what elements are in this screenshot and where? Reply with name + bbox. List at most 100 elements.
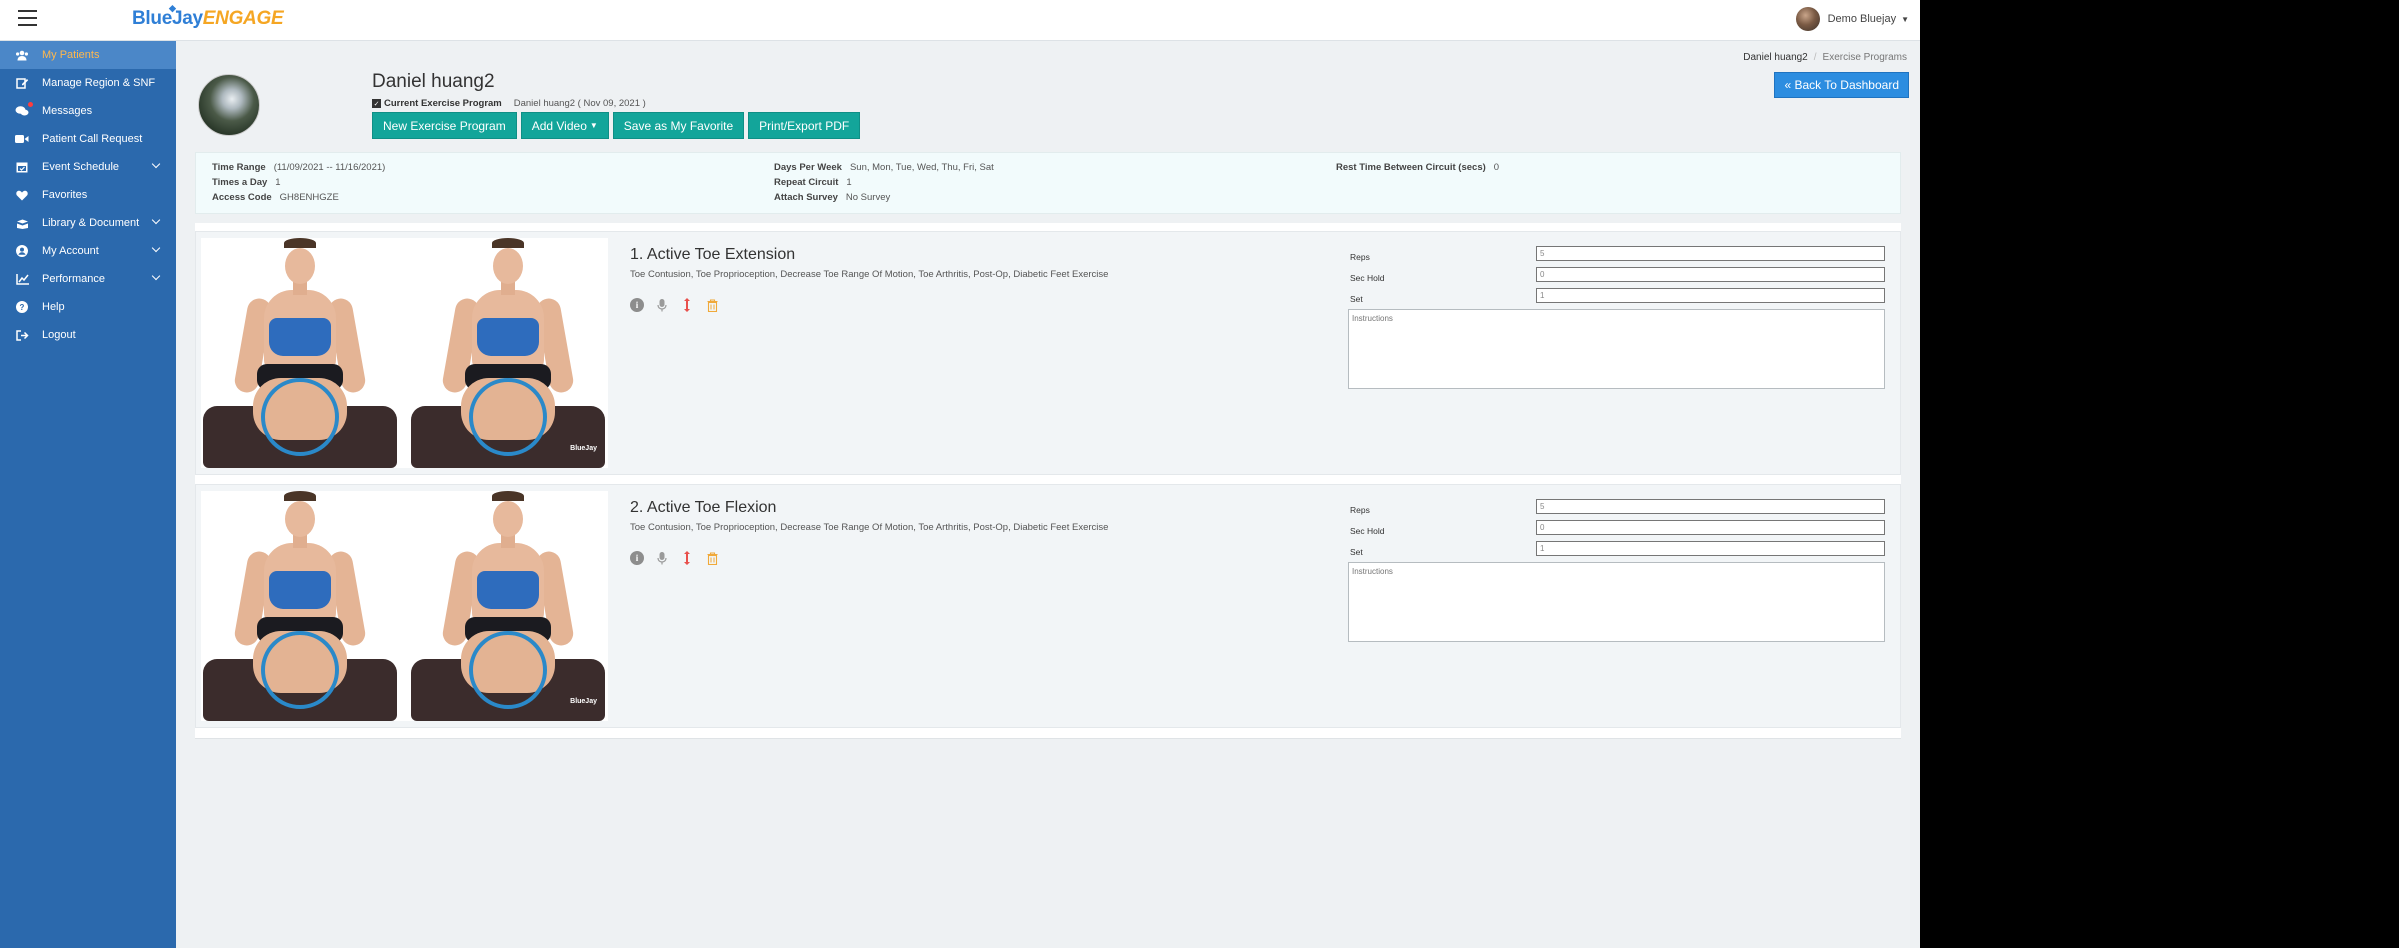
- reorder-arrows-icon[interactable]: [680, 298, 694, 312]
- button-label: Print/Export PDF: [759, 118, 850, 133]
- user-name: Demo Bluejay: [1827, 13, 1897, 25]
- sidebar-item-patient-call[interactable]: Patient Call Request: [0, 125, 176, 153]
- info-column-2: Days Per Week Sun, Mon, Tue, Wed, Thu, Fr…: [774, 160, 994, 205]
- trash-icon[interactable]: [705, 298, 719, 312]
- exercise-icon-bar: i: [630, 298, 730, 312]
- instructions-textarea[interactable]: [1348, 309, 1885, 389]
- reps-input[interactable]: [1536, 499, 1885, 514]
- access-code-label: Access Code: [212, 192, 272, 203]
- button-label: New Exercise Program: [383, 118, 506, 133]
- days-week-value: Sun, Mon, Tue, Wed, Thu, Fri, Sat: [849, 162, 994, 173]
- user-circle-icon: [15, 244, 29, 258]
- logout-icon: [15, 328, 29, 342]
- program-info-panel: Time Range (11/09/2021 -- 11/16/2021) Tim…: [195, 152, 1901, 214]
- print-export-pdf-button[interactable]: Print/Export PDF: [748, 112, 861, 139]
- times-day-value: 1: [275, 177, 281, 188]
- edit-icon: [15, 76, 29, 90]
- sidebar-item-manage-region[interactable]: Manage Region & SNF: [0, 69, 176, 97]
- button-label: Save as My Favorite: [623, 118, 734, 133]
- sidebar-item-help[interactable]: ? Help: [0, 293, 176, 321]
- save-favorite-button[interactable]: Save as My Favorite: [612, 112, 745, 139]
- reps-input[interactable]: [1536, 246, 1885, 261]
- set-label: Set: [1350, 294, 1363, 304]
- app-window: BlueJayENGAGE ◆ Demo Bluejay ▼ My Patien…: [0, 0, 1920, 948]
- sidebar-item-messages[interactable]: Messages: [0, 97, 176, 125]
- sidebar-item-library[interactable]: Library & Document: [0, 209, 176, 237]
- exercise-photo-start: [201, 238, 399, 468]
- program-actions: New Exercise Program Add Video ▼ Save as …: [372, 112, 864, 139]
- video-icon: [15, 132, 29, 146]
- hamburger-menu-icon[interactable]: [18, 10, 37, 26]
- reps-label: Reps: [1350, 252, 1370, 262]
- microphone-icon[interactable]: [655, 298, 669, 312]
- book-icon: [15, 216, 29, 230]
- chart-icon: [15, 272, 29, 286]
- button-label: Add Video: [531, 118, 587, 133]
- attach-survey-value: No Survey: [845, 192, 891, 203]
- sidebar-item-my-patients[interactable]: My Patients: [0, 41, 176, 69]
- exercise-icon-bar: i: [630, 551, 730, 565]
- info-column-3: Rest Time Between Circuit (secs) 0: [1336, 160, 1499, 175]
- times-day-label: Times a Day: [212, 177, 268, 188]
- logo-text-engage: ENGAGE: [202, 8, 284, 29]
- sidebar-item-event-schedule[interactable]: Event Schedule: [0, 153, 176, 181]
- caret-down-icon: ▼: [1901, 14, 1909, 24]
- breadcrumb-patient[interactable]: Daniel huang2: [1743, 52, 1808, 63]
- chevron-down-icon: [151, 159, 161, 169]
- rest-time-label: Rest Time Between Circuit (secs): [1336, 162, 1486, 173]
- sidebar-item-label: Favorites: [42, 189, 88, 201]
- sec-hold-label: Sec Hold: [1350, 273, 1385, 283]
- reorder-arrows-icon[interactable]: [680, 551, 694, 565]
- sidebar-item-logout[interactable]: Logout: [0, 321, 176, 349]
- exercise-image-frame[interactable]: BlueJay: [201, 491, 608, 721]
- sec-hold-input[interactable]: [1536, 520, 1885, 535]
- sidebar-item-my-account[interactable]: My Account: [0, 237, 176, 265]
- current-program-value: Daniel huang2 ( Nov 09, 2021 ): [513, 98, 646, 109]
- exercise-image-frame[interactable]: BlueJay: [201, 238, 608, 468]
- reps-label: Reps: [1350, 505, 1370, 515]
- current-program-label: Current Exercise Program: [384, 98, 502, 109]
- add-video-button[interactable]: Add Video ▼: [520, 112, 609, 139]
- exercise-parameters: Reps Sec Hold Set: [1348, 497, 1885, 642]
- set-input[interactable]: [1536, 288, 1885, 303]
- exercise-card: BlueJay 2. Active Toe Flexion Toe Contus…: [195, 484, 1901, 728]
- time-range-value: (11/09/2021 -- 11/16/2021): [273, 162, 386, 173]
- patient-name: Daniel huang2: [372, 71, 495, 92]
- chevron-down-icon: [151, 243, 161, 253]
- help-icon: ?: [15, 300, 29, 314]
- new-exercise-program-button[interactable]: New Exercise Program: [372, 112, 517, 139]
- sidebar-item-label: Performance: [42, 273, 105, 285]
- sec-hold-input[interactable]: [1536, 267, 1885, 282]
- sidebar-item-performance[interactable]: Performance: [0, 265, 176, 293]
- svg-text:?: ?: [20, 303, 25, 312]
- app-logo[interactable]: BlueJayENGAGE ◆: [132, 3, 284, 30]
- breadcrumb-separator: /: [1813, 52, 1817, 63]
- days-week-label: Days Per Week: [774, 162, 842, 173]
- list-bottom-divider: [195, 738, 1901, 739]
- set-label: Set: [1350, 547, 1363, 557]
- sidebar-item-label: Messages: [42, 105, 93, 117]
- chevron-down-icon: [151, 271, 161, 281]
- back-to-dashboard-button[interactable]: « Back To Dashboard: [1774, 72, 1909, 98]
- bird-icon: ◆: [169, 3, 176, 13]
- heart-icon: [15, 188, 29, 202]
- attach-survey-label: Attach Survey: [774, 192, 838, 203]
- info-icon[interactable]: i: [630, 551, 644, 565]
- repeat-circuit-value: 1: [846, 177, 852, 188]
- sidebar-item-label: Library & Document: [42, 217, 140, 229]
- sidebar-item-label: Event Schedule: [42, 161, 120, 173]
- exercise-tags: Toe Contusion, Toe Proprioception, Decre…: [630, 522, 1109, 533]
- user-avatar: [1795, 7, 1820, 31]
- user-menu[interactable]: Demo Bluejay ▼: [1795, 7, 1909, 31]
- time-range-label: Time Range: [212, 162, 266, 173]
- microphone-icon[interactable]: [655, 551, 669, 565]
- trash-icon[interactable]: [705, 551, 719, 565]
- instructions-textarea[interactable]: [1348, 562, 1885, 642]
- patient-avatar: [198, 74, 260, 136]
- breadcrumb-section: Exercise Programs: [1822, 52, 1907, 63]
- info-icon[interactable]: i: [630, 298, 644, 312]
- calendar-icon: [15, 160, 29, 174]
- set-input[interactable]: [1536, 541, 1885, 556]
- sidebar-item-label: Patient Call Request: [42, 133, 143, 145]
- sidebar-item-favorites[interactable]: Favorites: [0, 181, 176, 209]
